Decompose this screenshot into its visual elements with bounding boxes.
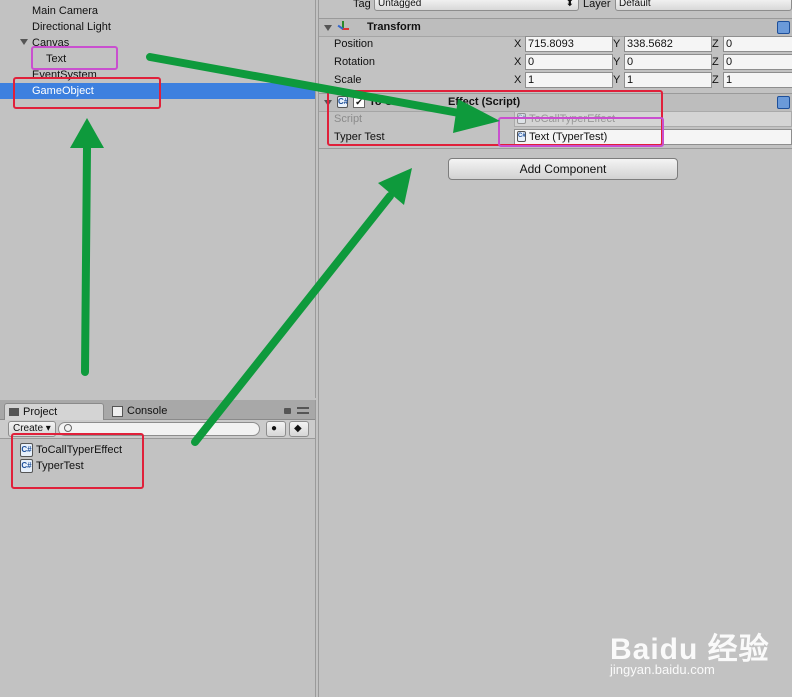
position-y-field[interactable]: 338.5682 (624, 36, 712, 52)
annotation-box-text (31, 46, 118, 70)
axis-y-label: Y (613, 38, 621, 50)
transform-title: Transform (367, 21, 421, 33)
filter-by-label-button[interactable]: ◆ (289, 421, 309, 437)
console-tab-icon (112, 405, 123, 417)
help-book-icon[interactable] (777, 21, 790, 34)
tag-label: Tag (353, 0, 371, 10)
expand-triangle-icon[interactable] (20, 39, 28, 45)
axis-y-label: Y (613, 56, 621, 68)
position-z-field[interactable]: 0 (723, 36, 792, 52)
rotation-y-field[interactable]: 0 (624, 54, 712, 70)
hierarchy-item-directional-light[interactable]: Directional Light (32, 19, 111, 35)
axis-z-label: Z (712, 74, 719, 86)
panel-menu-icon[interactable] (297, 407, 309, 414)
position-x-field[interactable]: 715.8093 (525, 36, 613, 52)
layer-label: Layer (583, 0, 611, 10)
hierarchy-item-main-camera[interactable]: Main Camera (32, 3, 98, 19)
axis-x-label: X (514, 74, 522, 86)
tag-icon: ◆ (294, 423, 302, 434)
project-tab-bar: Project Console (0, 400, 315, 420)
lock-icon[interactable] (284, 408, 291, 414)
filter-by-type-button[interactable]: ● (266, 421, 286, 437)
search-icon (64, 424, 72, 432)
transform-header[interactable]: Transform (319, 18, 792, 37)
add-component-button[interactable]: Add Component (448, 158, 678, 180)
axis-x-label: X (514, 56, 522, 68)
filter-type-icon: ● (271, 423, 278, 434)
position-label: Position (334, 38, 374, 50)
rotation-label: Rotation (334, 56, 375, 68)
axis-y-label: Y (613, 74, 621, 86)
axis-x-label: X (514, 38, 522, 50)
tab-project-label: Project (23, 406, 58, 418)
tag-value: Untagged (378, 0, 422, 9)
tag-dropdown[interactable]: Untagged ⬍ (374, 0, 579, 11)
component-divider (319, 148, 792, 149)
project-tab-icon (9, 408, 19, 417)
rotation-z-field[interactable]: 0 (723, 54, 792, 70)
tab-console-label: Console (127, 405, 168, 417)
scale-y-field[interactable]: 1 (624, 72, 712, 88)
axis-z-label: Z (712, 56, 719, 68)
rotation-x-field[interactable]: 0 (525, 54, 613, 70)
layer-value: Default (619, 0, 651, 9)
watermark-url: jingyan.baidu.com (610, 662, 715, 677)
annotation-box-typer-field (498, 117, 664, 147)
tab-console[interactable]: Console (108, 403, 171, 419)
transform-icon (337, 21, 349, 33)
help-book-icon[interactable] (777, 96, 790, 109)
annotation-box-project-files (11, 433, 144, 489)
scale-x-field[interactable]: 1 (525, 72, 613, 88)
annotation-box-gameobject (13, 77, 161, 109)
foldout-triangle-icon[interactable] (324, 25, 332, 31)
tab-project[interactable]: Project (4, 403, 104, 420)
layer-dropdown[interactable]: Default (615, 0, 792, 11)
axis-z-label: Z (712, 38, 719, 50)
dropdown-arrow-icon: ⬍ (565, 0, 574, 9)
scale-z-field[interactable]: 1 (723, 72, 792, 88)
scale-label: Scale (334, 74, 362, 86)
